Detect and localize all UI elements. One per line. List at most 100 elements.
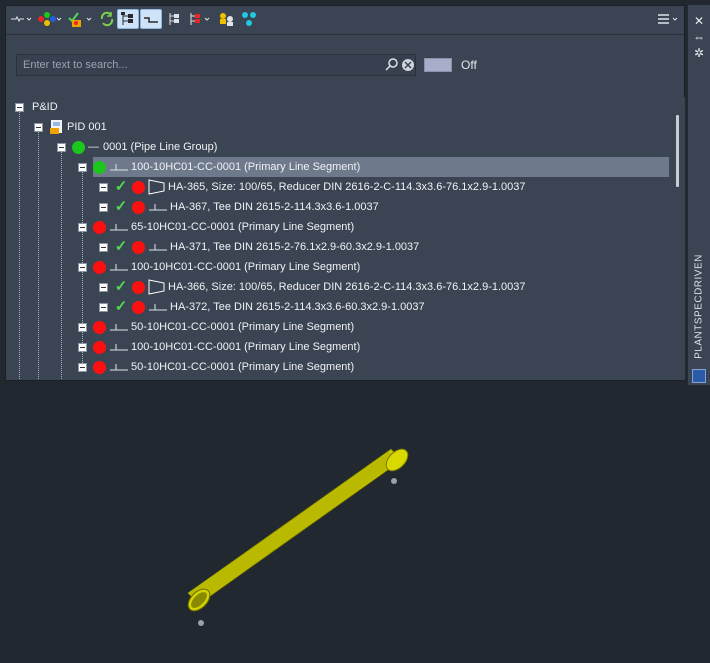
- status-red-icon: [93, 220, 106, 234]
- hamburger-menu-icon: [658, 14, 678, 24]
- reducer-icon: [148, 279, 165, 295]
- right-sidebar: ✕ ⇔ ✲ PLANTSPECDRIVEN: [688, 5, 710, 385]
- expand-collapse-toggle[interactable]: [57, 142, 66, 152]
- tree-row[interactable]: 50-10HC01-CC-0001 (Primary Line Segment): [7, 357, 683, 377]
- search-icon[interactable]: [385, 58, 399, 75]
- tree-row[interactable]: ✓ HA-371, Tee DIN 2615-2-76.1x2.9-60.3x2.…: [7, 237, 683, 257]
- filter-toggle[interactable]: [424, 58, 452, 72]
- tree-row[interactable]: 50-10HC01-CC-0001 (Primary Line Segment): [7, 317, 683, 337]
- refresh-icon: [100, 11, 114, 27]
- status-red-icon: [132, 180, 145, 194]
- toolbar: [6, 6, 684, 35]
- tree-row-label: 100-10HC01-CC-0001 (Primary Line Segment…: [131, 161, 361, 173]
- status-red-icon: [132, 240, 145, 254]
- hierarchy-button[interactable]: [163, 9, 185, 29]
- line-icon: —: [88, 141, 99, 153]
- tree-row-label: 50-10HC01-CC-0001 (Primary Line Segment): [131, 361, 355, 373]
- tree-row-label: P&ID: [32, 101, 58, 113]
- tree-scrollbar[interactable]: [676, 115, 679, 187]
- search-input[interactable]: [23, 57, 373, 73]
- tree-row[interactable]: 100-10HC01-CC-0001 (Primary Line Segment…: [7, 337, 683, 357]
- hierarchy-icon: [169, 13, 179, 25]
- line-filter-button[interactable]: [8, 9, 34, 29]
- line-segment-icon: [149, 244, 167, 251]
- expand-collapse-toggle[interactable]: [78, 222, 87, 232]
- expand-collapse-toggle[interactable]: [78, 162, 87, 172]
- expand-collapse-toggle[interactable]: [99, 182, 108, 192]
- status-red-icon: [132, 280, 145, 294]
- expand-collapse-toggle[interactable]: [99, 302, 108, 312]
- color-dots-icon: [38, 12, 62, 26]
- toggle-label: Off: [461, 58, 477, 72]
- tree-row[interactable]: PID 001: [7, 117, 683, 137]
- pin-icon[interactable]: ⇔: [691, 29, 707, 45]
- expand-collapse-toggle[interactable]: [99, 282, 108, 292]
- expand-collapse-toggle[interactable]: [78, 362, 87, 372]
- validate-icon: [68, 12, 92, 27]
- tree-row[interactable]: 100-10HC01-CC-0001 (Primary Line Segment…: [7, 257, 683, 277]
- plantspecdriven-tab[interactable]: PLANTSPECDRIVEN: [692, 253, 706, 363]
- browser-panel: Off P&ID PID 001 — 0001 (Pipe Line Group) 10…: [5, 5, 685, 381]
- tree-row-label: HA-366, Size: 100/65, Reducer DIN 2616-2…: [168, 281, 526, 293]
- check-icon: ✓: [114, 278, 128, 295]
- line-segment-icon: [149, 204, 167, 211]
- tree-row-label: PID 001: [67, 121, 107, 133]
- line-segment-icon: [110, 344, 128, 351]
- tree-row[interactable]: — 0001 (Pipe Line Group): [7, 137, 683, 157]
- status-red-icon: [132, 200, 145, 214]
- plant-logo-icon[interactable]: [692, 369, 706, 383]
- settings-icon[interactable]: ✲: [691, 45, 707, 61]
- tree-row[interactable]: 100-10HC01-CC-0001 (Primary Line Segment…: [78, 157, 669, 177]
- tree-row-label: 50-10HC01-CC-0001 (Primary Line Segment): [131, 321, 355, 333]
- expand-collapse-toggle[interactable]: [99, 202, 108, 212]
- expand-collapse-toggle[interactable]: [15, 102, 24, 112]
- status-red-icon: [93, 340, 106, 354]
- expand-collapse-toggle[interactable]: [78, 262, 87, 272]
- validate-button[interactable]: [66, 9, 94, 29]
- status-green-icon: [93, 160, 106, 174]
- tree-row-label: HA-367, Tee DIN 2615-2-114.3x3.6-1.0037: [170, 201, 379, 213]
- model-viewport[interactable]: [0, 385, 710, 660]
- expand-collapse-toggle[interactable]: [78, 322, 87, 332]
- pipe-model: [187, 448, 409, 626]
- line-filter-icon: [11, 15, 32, 23]
- tree-row[interactable]: 65-10HC01-CC-0001 (Primary Line Segment): [7, 217, 683, 237]
- hierarchy-color-button[interactable]: [186, 9, 214, 29]
- line-segment-icon: [149, 304, 167, 311]
- line-segment-icon: [110, 224, 128, 231]
- tree-row-label: HA-372, Tee DIN 2615-2-114.3x3.6-60.3x2.…: [170, 301, 425, 313]
- tree-row[interactable]: P&ID: [7, 97, 683, 117]
- tree-row[interactable]: ✓ HA-366, Size: 100/65, Reducer DIN 2616-…: [7, 277, 683, 297]
- tree-row[interactable]: ✓ HA-365, Size: 100/65, Reducer DIN 2616-…: [7, 177, 683, 197]
- segment-view-icon: [144, 17, 158, 23]
- clear-search-icon[interactable]: [401, 58, 415, 75]
- line-segment-icon: [110, 264, 128, 271]
- status-red-icon: [132, 300, 145, 314]
- tree-row[interactable]: ✓ HA-367, Tee DIN 2615-2-114.3x3.6-1.0037: [7, 197, 683, 217]
- check-icon: ✓: [114, 178, 128, 195]
- expand-collapse-toggle[interactable]: [78, 342, 87, 352]
- network-button[interactable]: [238, 9, 260, 29]
- people-button[interactable]: [216, 9, 238, 29]
- tree-row-label: HA-365, Size: 100/65, Reducer DIN 2616-2…: [168, 181, 526, 193]
- tree-row[interactable]: ✓ HA-372, Tee DIN 2615-2-114.3x3.6-60.3x2…: [7, 297, 683, 317]
- expand-collapse-toggle[interactable]: [99, 242, 108, 252]
- panel-menu-button[interactable]: [656, 9, 682, 29]
- search-box: [16, 54, 416, 76]
- tree-view: P&ID PID 001 — 0001 (Pipe Line Group) 100-10…: [7, 97, 685, 380]
- expand-collapse-toggle[interactable]: [34, 122, 43, 132]
- status-green-icon: [72, 140, 85, 154]
- refresh-button[interactable]: [96, 9, 118, 29]
- status-red-icon: [93, 360, 106, 374]
- color-dots-button[interactable]: [36, 9, 64, 29]
- status-red-icon: [93, 320, 106, 334]
- hierarchy-color-icon: [190, 13, 210, 25]
- close-icon[interactable]: ✕: [691, 13, 707, 29]
- reducer-icon: [148, 179, 165, 195]
- segment-view-button[interactable]: [140, 9, 162, 29]
- tree-row-label: 100-10HC01-CC-0001 (Primary Line Segment…: [131, 341, 361, 353]
- tree-view-button[interactable]: [117, 9, 139, 29]
- tree-row-label: 65-10HC01-CC-0001 (Primary Line Segment): [131, 221, 355, 233]
- tree-view-icon: [121, 12, 133, 25]
- tree-row-label: 100-10HC01-CC-0001 (Primary Line Segment…: [131, 261, 361, 273]
